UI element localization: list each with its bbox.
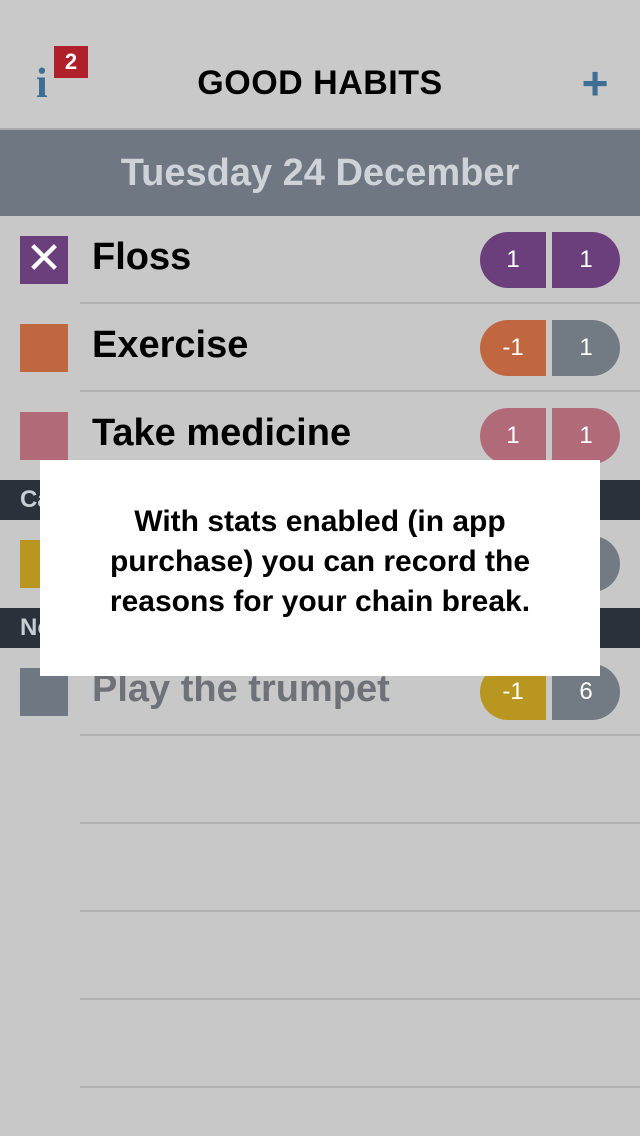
nav-bar: i 2 GOOD HABITS + [0, 0, 640, 130]
habit-row-floss[interactable]: ✕ Floss 1 1 [0, 216, 640, 304]
habit-name: Take medicine [92, 412, 352, 454]
empty-row-divider [80, 998, 640, 1000]
plus-icon[interactable]: + [574, 60, 616, 106]
checkmark-x-icon: ✕ [25, 234, 63, 283]
stats-upsell-popup[interactable]: With stats enabled (in app purchase) you… [40, 460, 600, 676]
page-title: GOOD HABITS [197, 64, 443, 102]
row-divider [80, 734, 640, 736]
empty-row-divider [80, 822, 640, 824]
habit-name: Floss [92, 236, 192, 278]
habit-row-exercise[interactable]: Exercise -1 1 [0, 304, 640, 392]
popup-message: With stats enabled (in app purchase) you… [109, 505, 531, 618]
habit-checkbox[interactable] [20, 412, 68, 460]
habit-checkbox[interactable]: ✕ [20, 236, 68, 284]
chain-break-count[interactable]: 1 [480, 408, 546, 464]
chain-length-count[interactable]: 1 [552, 320, 620, 376]
date-header: Tuesday 24 December [0, 130, 640, 216]
habit-name: Exercise [92, 324, 249, 366]
chain-length-count[interactable]: 1 [552, 232, 620, 288]
chain-break-count[interactable]: 1 [480, 232, 546, 288]
empty-row-divider [80, 1086, 640, 1088]
chain-break-count[interactable]: -1 [480, 320, 546, 376]
chain-length-count[interactable]: 1 [552, 408, 620, 464]
empty-row-divider [80, 910, 640, 912]
habit-checkbox[interactable] [20, 324, 68, 372]
